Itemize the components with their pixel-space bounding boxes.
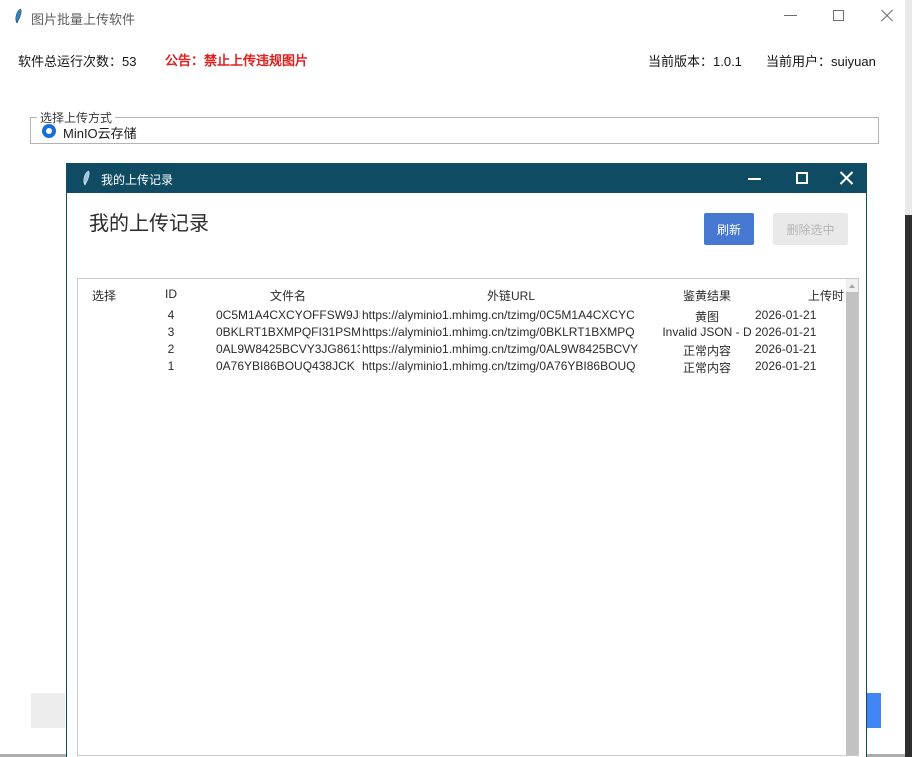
minimize-icon bbox=[784, 15, 797, 16]
screen: 图片批量上传软件 软件总运行次数：53 公告：禁止上传违规图片 当前版本：1.0… bbox=[0, 0, 912, 757]
table-body: 4 0C5M1A4CXCYOFFSW9JI https://alyminio1.… bbox=[78, 306, 846, 374]
cell-id: 2 bbox=[158, 342, 184, 356]
scroll-up-arrow-icon[interactable] bbox=[849, 284, 855, 288]
announcement-label: 公告：禁止上传违规图片 bbox=[165, 50, 308, 69]
cell-time: 2026-01-21 bbox=[755, 308, 845, 322]
cell-time: 2026-01-21 bbox=[755, 342, 845, 356]
python-feather-icon bbox=[10, 8, 26, 24]
upload-records-window: 我的上传记录 我的上传记录 刷新 删除选中 选择 ID 文件名 外链URL 鉴黄… bbox=[66, 163, 867, 757]
table-row[interactable]: 2 0AL9W8425BCVY3JG8613 https://alyminio1… bbox=[78, 340, 846, 357]
col-header-select[interactable]: 选择 bbox=[92, 287, 142, 304]
python-feather-icon bbox=[78, 170, 94, 186]
maximize-icon bbox=[796, 172, 808, 184]
col-header-result[interactable]: 鉴黄结果 bbox=[660, 287, 754, 304]
records-window-title: 我的上传记录 bbox=[101, 171, 173, 188]
records-maximize-button[interactable] bbox=[793, 169, 811, 187]
desktop-sliver-light bbox=[905, 0, 912, 215]
table-row[interactable]: 1 0A76YBI86BOUQ438JCK https://alyminio1.… bbox=[78, 357, 846, 374]
table-row[interactable]: 4 0C5M1A4CXCYOFFSW9JI https://alyminio1.… bbox=[78, 306, 846, 323]
minimize-button[interactable] bbox=[782, 7, 800, 25]
maximize-button[interactable] bbox=[830, 7, 848, 25]
version-label: 当前版本：1.0.1 bbox=[648, 51, 742, 70]
cell-url: https://alyminio1.mhimg.cn/tzimg/0AL9W84… bbox=[362, 342, 660, 356]
col-header-time[interactable]: 上传时间 bbox=[808, 287, 845, 304]
close-icon bbox=[839, 171, 853, 185]
close-icon bbox=[880, 9, 894, 23]
current-user-label: 当前用户：suiyuan bbox=[766, 51, 876, 70]
cell-result: 正常内容 bbox=[660, 359, 754, 376]
records-window-titlebar[interactable]: 我的上传记录 bbox=[67, 163, 866, 193]
records-table: 选择 ID 文件名 外链URL 鉴黄结果 上传时间 4 0C5M1A4CXCYO… bbox=[77, 278, 859, 756]
cell-time: 2026-01-21 bbox=[755, 359, 845, 373]
cell-time: 2026-01-21 bbox=[755, 325, 845, 339]
records-minimize-button[interactable] bbox=[746, 169, 764, 187]
run-count-label: 软件总运行次数：53 bbox=[18, 51, 136, 70]
hidden-button-fragment-gray bbox=[31, 693, 65, 728]
cell-filename: 0BKLRT1BXMPQFI31PSM bbox=[216, 325, 360, 339]
cell-id: 3 bbox=[158, 325, 184, 339]
cell-url: https://alyminio1.mhimg.cn/tzimg/0BKLRT1… bbox=[362, 325, 660, 339]
maximize-icon bbox=[833, 10, 844, 21]
cell-url: https://alyminio1.mhimg.cn/tzimg/0C5M1A4… bbox=[362, 308, 660, 322]
table-row[interactable]: 3 0BKLRT1BXMPQFI31PSM https://alyminio1.… bbox=[78, 323, 846, 340]
cell-id: 1 bbox=[158, 359, 184, 373]
cell-result: Invalid JSON - D bbox=[660, 325, 754, 339]
hidden-button-fragment-blue bbox=[867, 693, 881, 728]
col-header-filename[interactable]: 文件名 bbox=[216, 287, 360, 304]
col-header-url[interactable]: 外链URL bbox=[362, 287, 660, 304]
col-header-id[interactable]: ID bbox=[158, 287, 184, 301]
table-scrollbar[interactable] bbox=[846, 279, 858, 755]
minio-radio-button[interactable] bbox=[42, 124, 56, 138]
upload-mode-groupbox: 选择上传方式 MinIO云存储 bbox=[30, 117, 879, 144]
refresh-button[interactable]: 刷新 bbox=[704, 213, 754, 245]
cell-url: https://alyminio1.mhimg.cn/tzimg/0A76YBI… bbox=[362, 359, 660, 373]
cell-filename: 0AL9W8425BCVY3JG8613 bbox=[216, 342, 360, 356]
minimize-icon bbox=[748, 178, 761, 180]
minio-radio-label[interactable]: MinIO云存储 bbox=[63, 123, 137, 142]
delete-selected-button: 删除选中 bbox=[773, 213, 848, 245]
cell-id: 4 bbox=[158, 308, 184, 322]
main-window-title: 图片批量上传软件 bbox=[31, 9, 135, 28]
main-window-titlebar[interactable]: 图片批量上传软件 bbox=[0, 0, 905, 32]
records-close-button[interactable] bbox=[837, 169, 855, 187]
cell-filename: 0A76YBI86BOUQ438JCK bbox=[216, 359, 360, 373]
desktop-sliver-dark bbox=[905, 215, 912, 757]
scrollbar-thumb[interactable] bbox=[846, 292, 858, 755]
close-button[interactable] bbox=[878, 7, 896, 25]
cell-filename: 0C5M1A4CXCYOFFSW9JI bbox=[216, 308, 360, 322]
records-heading: 我的上传记录 bbox=[89, 207, 209, 236]
